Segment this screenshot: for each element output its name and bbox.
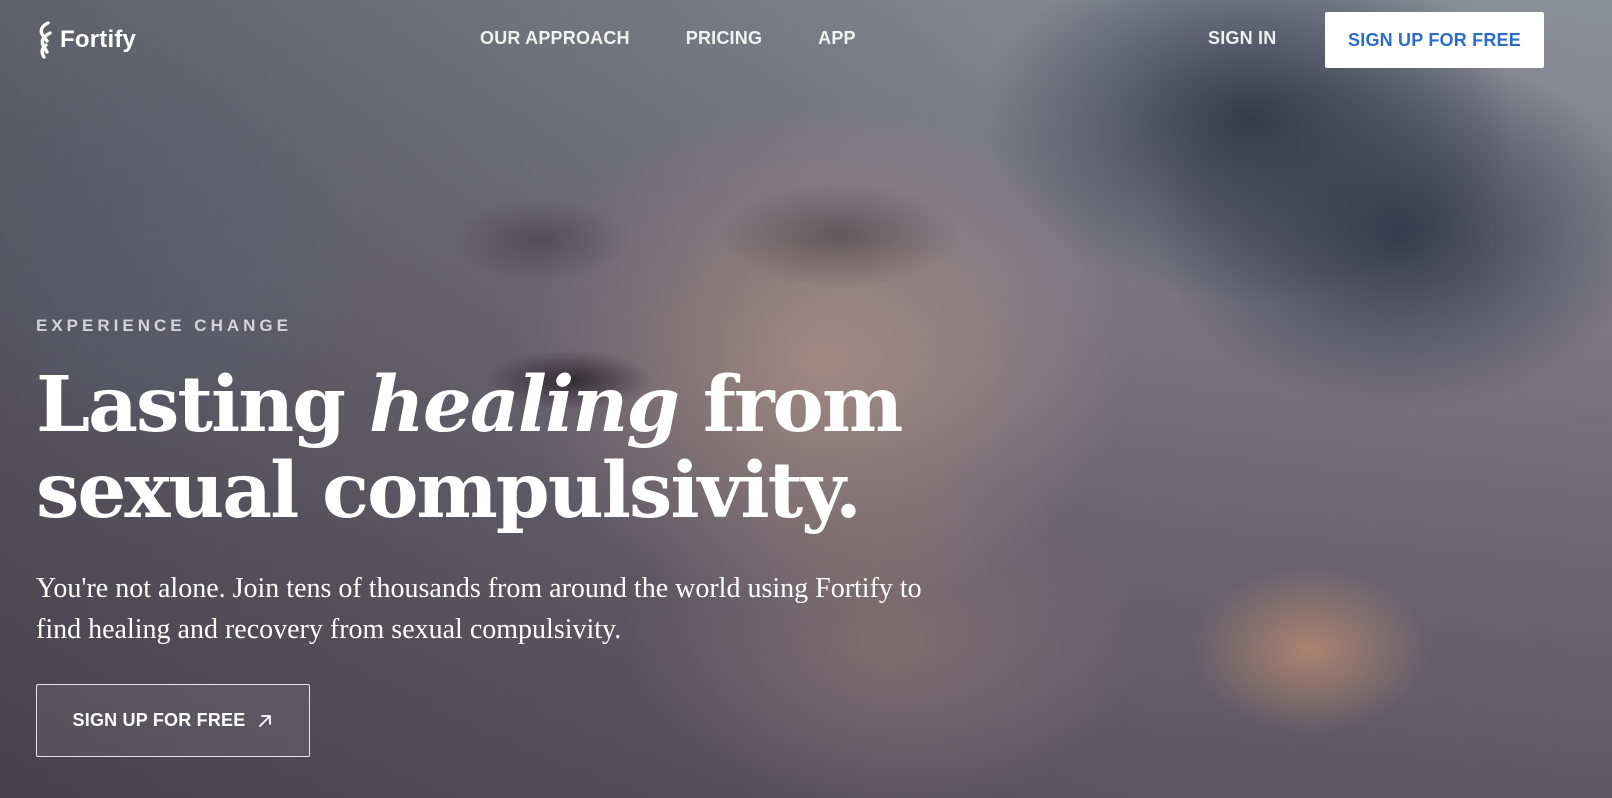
hero-eyebrow: EXPERIENCE CHANGE (36, 316, 292, 335)
nav-link-our-approach[interactable]: OUR APPROACH (480, 28, 630, 49)
arrow-up-right-icon (259, 714, 272, 727)
nav-link-pricing[interactable]: PRICING (686, 28, 762, 49)
logo-link[interactable]: Fortify (36, 20, 136, 60)
primary-nav: OUR APPROACH PRICING APP (480, 28, 856, 49)
signup-hero-label: SIGN UP FOR FREE (72, 710, 246, 730)
headline-emphasis: healing (368, 360, 680, 450)
nav-link-app[interactable]: APP (818, 28, 856, 49)
hero-section: EXPERIENCE CHANGE Lasting healing from s… (36, 316, 1136, 650)
signup-header-button[interactable]: SIGN UP FOR FREE (1325, 12, 1544, 68)
fortify-logo-icon (39, 21, 52, 59)
sign-in-link[interactable]: SIGN IN (1208, 28, 1276, 49)
signup-hero-button[interactable]: SIGN UP FOR FREE (36, 684, 310, 757)
brand-name: Fortify (60, 26, 137, 53)
headline-part-1: Lasting (36, 360, 369, 450)
hero-subtext: You're not alone. Join tens of thousands… (36, 573, 922, 645)
top-navigation: Fortify OUR APPROACH PRICING APP SIGN IN… (0, 0, 1612, 80)
hero-headline: Lasting healing from sexual compulsivity… (36, 362, 1136, 534)
